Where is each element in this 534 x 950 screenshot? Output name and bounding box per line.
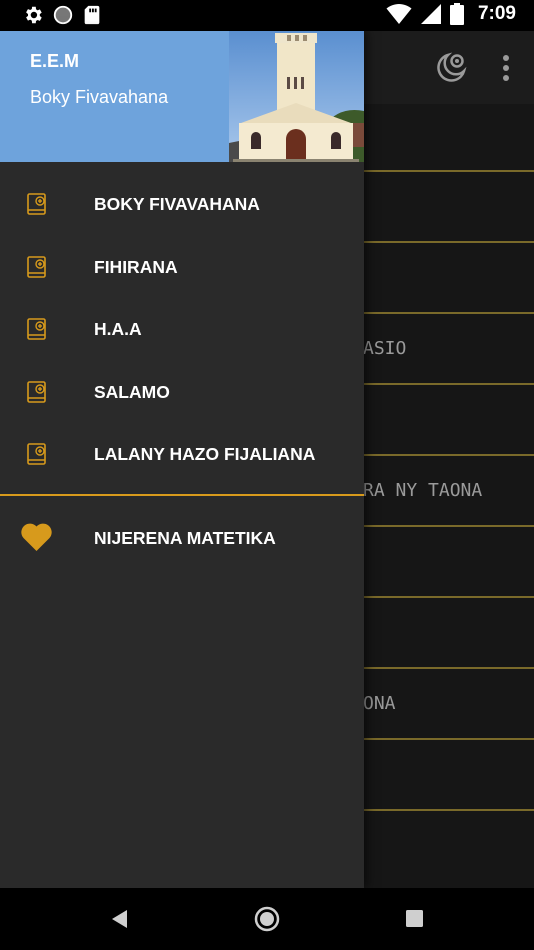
- heart-icon: [21, 523, 52, 551]
- drawer-subtitle: Boky Fivavahana: [30, 87, 169, 107]
- signal-icon: [420, 4, 441, 24]
- sd-card-icon: [84, 5, 100, 25]
- status-bar: 7:09: [0, 0, 534, 31]
- system-nav-bar: [0, 888, 534, 950]
- clock: 7:09: [477, 3, 516, 24]
- book-add-icon: [27, 318, 46, 340]
- more-vert-icon[interactable]: [494, 51, 518, 85]
- home-icon[interactable]: [254, 906, 280, 932]
- wifi-icon: [386, 4, 412, 24]
- drawer-header: E.E.M Boky Fivavahana: [0, 31, 364, 162]
- menu-item-fihirana[interactable]: FIHIRANA: [0, 236, 364, 299]
- book-add-icon: [27, 255, 46, 278]
- book-add-icon: [27, 443, 46, 465]
- menu-item-label: LALANY HAZO FIJALIANA: [94, 444, 316, 464]
- gear-icon: [26, 6, 42, 24]
- night-mode-icon[interactable]: [432, 49, 470, 87]
- drawer-divider: [0, 494, 364, 496]
- menu-item-label: H.A.A: [94, 319, 142, 339]
- drawer-menu: BOKY FIVAVAHANA FIHIRANA H.A.A SALAMO LA…: [0, 173, 364, 486]
- menu-item-label: BOKY FIVAVAHANA: [94, 194, 260, 214]
- menu-item-label: NIJERENA MATETIKA: [94, 528, 276, 548]
- navigation-drawer: E.E.M Boky Fivavahana BOKY FIVAVAHANA FI…: [0, 31, 364, 888]
- menu-item-salamo[interactable]: SALAMO: [0, 361, 364, 424]
- battery-icon: [449, 3, 464, 25]
- book-add-icon: [27, 380, 46, 403]
- back-icon[interactable]: [110, 909, 128, 929]
- menu-item-haa[interactable]: H.A.A: [0, 298, 364, 361]
- circle-icon: [53, 5, 73, 25]
- menu-item-nijerena-matetika[interactable]: NIJERENA MATETIKA: [0, 507, 364, 569]
- church-image: [229, 31, 364, 162]
- menu-item-label: SALAMO: [94, 381, 170, 402]
- drawer-title: E.E.M: [30, 51, 80, 71]
- menu-item-lalany-hazo-fijaliana[interactable]: LALANY HAZO FIJALIANA: [0, 423, 364, 486]
- book-add-icon: [27, 193, 46, 215]
- menu-item-boky-fivavahana[interactable]: BOKY FIVAVAHANA: [0, 173, 364, 236]
- menu-item-label: FIHIRANA: [94, 256, 178, 277]
- recents-icon[interactable]: [406, 910, 423, 927]
